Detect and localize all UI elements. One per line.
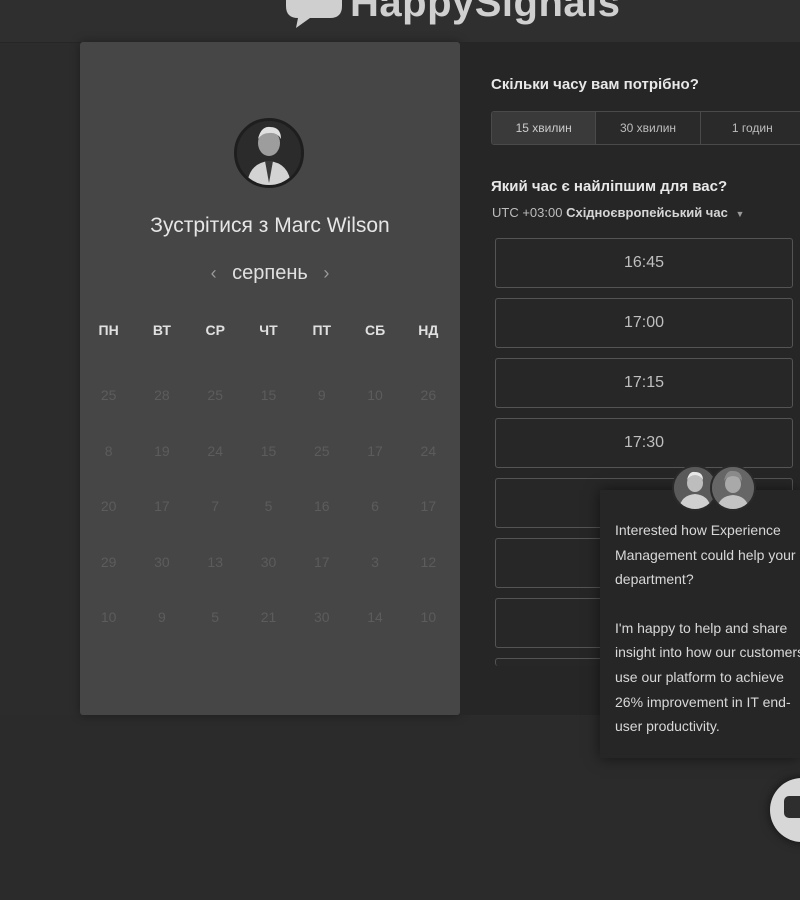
weekday-header-row: ПН ВТ СР ЧТ ПТ СБ НД	[80, 322, 460, 387]
meet-prefix: Зустрітися з	[150, 214, 269, 237]
brand-name: HappySignals	[350, 0, 621, 25]
calendar-day: 9	[317, 387, 326, 403]
weekday-label: НД	[418, 322, 439, 338]
chat-invite-popup[interactable]: Interested how Experience Management cou…	[600, 490, 800, 758]
calendar-day: 24	[420, 442, 437, 459]
calendar-day: 15	[260, 442, 277, 459]
calendar-day: 10	[100, 609, 117, 625]
time-title: Який час є найліпшим для вас?	[491, 178, 728, 195]
calendar-day: 19	[154, 442, 170, 459]
host-calendar-panel: Зустрітися з Marc Wilson ‹ серпень › ПН …	[80, 42, 460, 715]
calendar-week-row: 29 30 13 30 17 3 12	[80, 554, 460, 610]
calendar-week-row: 8 19 24 15 25 17 24	[80, 443, 460, 499]
duration-30-button[interactable]: 30 хвилин	[596, 112, 701, 144]
calendar-day: 7	[211, 498, 220, 514]
timezone-offset: UTC +03:00	[492, 205, 563, 220]
timezone-name: Східноєвропейський час	[566, 205, 728, 220]
time-slot-button[interactable]: 17:30	[495, 418, 793, 468]
calendar-day: 13	[207, 553, 223, 570]
calendar-day: 29	[100, 553, 117, 570]
calendar-day: 20	[100, 498, 117, 514]
time-slot-button[interactable]: 17:00	[495, 298, 793, 348]
weekday-label: СБ	[364, 322, 386, 338]
brand-logo[interactable]: HappySignals	[280, 0, 621, 28]
month-label: серпень	[232, 262, 308, 284]
duration-title: Скільки часу вам потрібно?	[491, 76, 699, 93]
calendar-day: 10	[367, 387, 383, 403]
host-name: Marc Wilson	[274, 214, 390, 237]
calendar-day: 16	[313, 498, 330, 514]
calendar-day: 9	[158, 609, 166, 625]
calendar-day: 15	[260, 387, 277, 403]
chat-bubble-icon	[784, 796, 800, 818]
calendar-day: 25	[100, 387, 117, 403]
weekday-label: ВТ	[152, 322, 171, 338]
calendar-day: 8	[104, 442, 113, 459]
person-photo-icon	[237, 121, 301, 185]
calendar-grid: ПН ВТ СР ЧТ ПТ СБ НД 25 28 25 15 9 10 26…	[80, 322, 460, 665]
agent-avatar	[710, 465, 756, 511]
calendar-day: 5	[211, 609, 220, 625]
calendar-day: 30	[154, 553, 170, 570]
person-photo-icon	[712, 467, 754, 509]
prev-month-chevron-icon[interactable]: ‹	[211, 263, 217, 283]
calendar-day: 30	[313, 609, 330, 625]
calendar-week-row: 25 28 25 15 9 10 26	[80, 387, 460, 443]
host-avatar	[234, 118, 304, 188]
calendar-day: 17	[313, 553, 330, 570]
meet-with-title: Зустрітися з Marc Wilson	[80, 214, 460, 238]
calendar-day: 5	[264, 498, 273, 514]
calendar-day: 26	[420, 387, 437, 403]
chat-invite-message: Interested how Experience Management cou…	[615, 518, 800, 763]
calendar-day: 3	[371, 553, 379, 570]
calendar-day: 17	[367, 442, 383, 459]
weekday-label: ЧТ	[259, 322, 278, 338]
calendar-day: 25	[207, 387, 223, 403]
calendar-day: 24	[207, 442, 223, 459]
chat-invite-paragraph: I'm happy to help and share insight into…	[615, 619, 800, 735]
month-navigator: ‹ серпень ›	[80, 262, 460, 285]
calendar-day: 28	[154, 387, 170, 403]
calendar-day: 12	[420, 553, 437, 570]
time-slot-button[interactable]: 16:45	[495, 238, 793, 288]
calendar-week-row: 20 17 7 5 16 6 17	[80, 498, 460, 554]
timezone-selector[interactable]: UTC +03:00 Східноєвропейський час ▼	[492, 205, 744, 220]
duration-60-button[interactable]: 1 годин	[700, 112, 800, 144]
speech-bubble-logo-icon	[286, 0, 342, 28]
calendar-day: 21	[260, 609, 277, 625]
time-slot-button[interactable]: 17:15	[495, 358, 793, 408]
calendar-day: 25	[313, 442, 330, 459]
duration-selector: 15 хвилин 30 хвилин 1 годин	[491, 111, 800, 145]
weekday-label: ПН	[98, 322, 119, 338]
weekday-label: ПТ	[312, 322, 332, 338]
top-header: HappySignals	[0, 0, 800, 43]
calendar-day: 6	[371, 498, 379, 514]
chat-invite-paragraph: Interested how Experience Management cou…	[615, 522, 800, 588]
duration-15-button[interactable]: 15 хвилин	[492, 112, 597, 144]
calendar-day: 30	[260, 553, 277, 570]
next-month-chevron-icon[interactable]: ›	[323, 263, 329, 283]
calendar-week-row: 10 9 5 21 30 14 10	[80, 609, 460, 665]
calendar-day: 17	[154, 498, 170, 514]
calendar-day: 10	[420, 609, 437, 625]
caret-down-icon: ▼	[735, 209, 745, 219]
calendar-day: 17	[420, 498, 437, 514]
weekday-label: СР	[205, 322, 225, 338]
calendar-day: 14	[367, 609, 383, 625]
